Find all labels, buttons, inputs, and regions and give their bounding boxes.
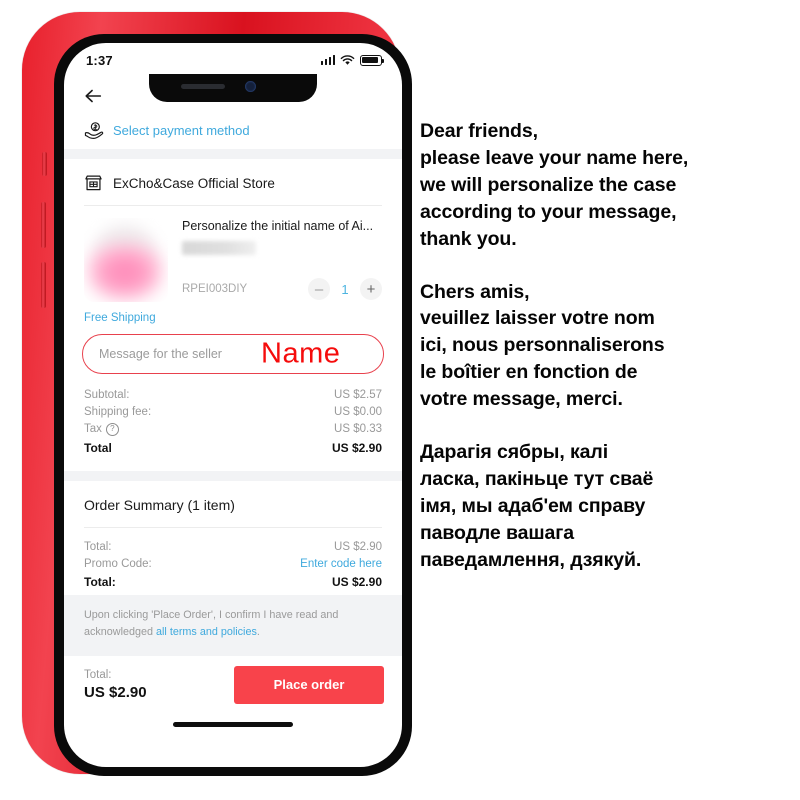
free-shipping-label[interactable]: Free Shipping [64,302,402,324]
store-row[interactable]: ExCho&Case Official Store [64,159,402,205]
volume-down-button[interactable] [41,262,46,308]
status-bar: 1:37 [64,43,402,77]
name-annotation: Name [261,337,341,370]
price-row-value: US $2.90 [331,440,382,455]
instructions-belarusian: Дарагія сябры, калі ласка, пакіньце тут … [420,441,654,571]
instructions-french: Chers amis, veuillez laisser votre nom i… [420,280,665,411]
summary-row-label: Promo Code: [84,557,152,570]
select-payment-method-label: Select payment method [113,122,250,138]
checkout-total-value: US $2.90 [84,683,147,701]
quantity-stepper[interactable]: – 1 + [308,278,382,300]
back-arrow-icon[interactable] [82,85,104,107]
place-order-button[interactable]: Place order [234,665,384,704]
product-thumbnail[interactable] [84,218,168,302]
thumbnail-blur-pink [88,244,162,300]
quantity-increase-button[interactable]: + [360,278,382,300]
tax-help-icon[interactable]: ? [105,422,119,436]
message-placeholder: Message for the seller [99,347,222,361]
product-variant-censored [182,241,256,256]
quantity-decrease-button[interactable]: – [308,278,330,300]
storefront-icon [85,175,102,191]
summary-row-value: US $2.90 [331,574,382,589]
price-row-total: Total US $2.90 [84,438,382,457]
instructions-panel: Dear friends, please leave your name her… [420,118,792,574]
summary-row-label: Total: [84,574,116,589]
status-indicators [320,54,385,66]
wifi-icon [340,54,355,65]
status-time: 1:37 [86,52,113,68]
message-for-seller-input[interactable]: Message for the seller Name [82,334,384,374]
battery-icon [360,54,385,66]
price-row: Subtotal: US $2.57 [84,386,382,403]
product-row[interactable]: Personalize the initial name of Ai... RP… [64,206,402,302]
checkout-total-label: Total: [84,668,112,681]
screenshot-root: 1:37 Order Confirmation [0,0,800,800]
phone-screen: 1:37 Order Confirmation [64,43,402,767]
checkout-total: Total: US $2.90 [84,669,147,701]
checkout-bar: Total: US $2.90 Place order [64,655,402,704]
home-indicator[interactable] [173,721,293,727]
order-summary: Order Summary (1 item) Total: US $2.90 P… [64,481,402,595]
price-row: Tax ? US $0.33 [84,420,382,438]
silent-switch-button[interactable] [42,152,47,176]
select-payment-method-row[interactable]: Select payment method [64,115,402,149]
summary-row-label: Total: [84,540,112,553]
front-camera-icon [245,81,256,92]
divider-line [84,527,382,528]
order-summary-title: Order Summary (1 item) [84,497,235,513]
hand-with-coin-icon [84,122,104,139]
store-name: ExCho&Case Official Store [113,175,275,191]
earpiece-speaker-icon [181,84,225,89]
message-box-wrapper: Message for the seller Name [64,324,402,374]
instructions-english: Dear friends, please leave your name her… [420,120,689,250]
price-row-label: Tax [84,423,102,435]
price-row-value: US $2.57 [334,388,382,401]
product-title: Personalize the initial name of Ai... [182,219,374,233]
section-divider [64,149,402,159]
price-row-label: Subtotal: [84,388,130,401]
enter-promo-code-link[interactable]: Enter code here [300,558,382,570]
price-row-value: US $0.00 [334,405,382,418]
product-sku: RPEI003DIY [182,283,248,295]
terms-notice: Upon clicking 'Place Order', I confirm I… [64,595,402,656]
terms-suffix: . [256,626,260,639]
summary-row-total: Total: US $2.90 [84,572,382,591]
price-row-label: Shipping fee: [84,405,152,418]
volume-up-button[interactable] [41,202,46,248]
price-breakdown: Subtotal: US $2.57 Shipping fee: US $0.0… [64,374,402,471]
cellular-signal-icon [320,55,335,65]
price-row: Shipping fee: US $0.00 [84,403,382,420]
all-terms-and-policies-link[interactable]: all terms and policies [156,626,257,638]
summary-row-promo: Promo Code: Enter code here [84,555,382,572]
summary-row: Total: US $2.90 [84,538,382,555]
phone-frame: 1:37 Order Confirmation [22,12,412,776]
section-divider [64,471,402,481]
product-info: Personalize the initial name of Ai... RP… [182,218,382,302]
phone-notch [149,74,317,102]
price-row-value: US $0.33 [334,423,382,435]
quantity-value: 1 [341,281,349,297]
summary-row-value: US $2.90 [334,540,382,553]
price-row-label: Total [84,440,112,455]
product-meta-row: RPEI003DIY – 1 + [182,278,382,302]
